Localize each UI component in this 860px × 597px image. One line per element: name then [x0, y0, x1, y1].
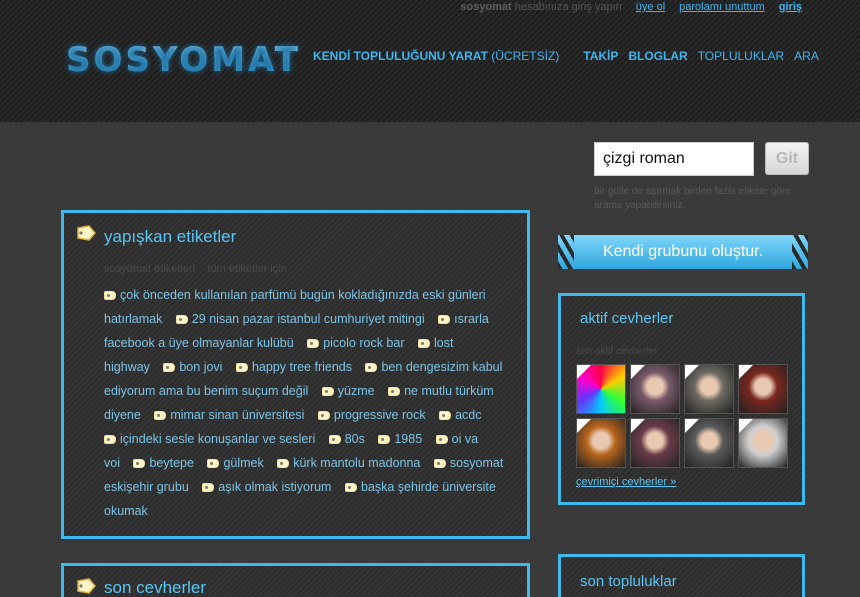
account-bar: sosyomat hesabınıza giriş yapın üye ol p…	[460, 0, 802, 14]
active-users-panel: aktif cevherler son aktif cevherler çevr…	[558, 293, 805, 505]
tag-label: 1985	[394, 432, 423, 446]
tag-icon	[417, 339, 430, 348]
tag-link[interactable]: içindeki sesle konuşanlar ve sesleri	[104, 432, 315, 446]
main-nav: KENDİ TOPLULUĞUNU YARAT (ÜCRETSİZ) TAKİP…	[313, 49, 819, 63]
tag-label: progressive rock	[333, 408, 426, 422]
avatar[interactable]	[684, 364, 734, 414]
tag-link[interactable]: picolo rock bar	[307, 336, 405, 350]
avatar[interactable]	[576, 364, 626, 414]
search-input[interactable]	[594, 142, 754, 176]
tag-icon	[104, 291, 116, 300]
tag-icon	[104, 435, 116, 444]
tag-label: gülmek	[223, 456, 264, 470]
tag-icon	[365, 363, 378, 372]
login-intro: sosyomat hesabınıza giriş yapın	[460, 1, 622, 13]
online-users-link[interactable]: çevrimiçi cevherler »	[576, 476, 676, 488]
tag-icon	[277, 459, 290, 468]
tag-icon	[77, 578, 96, 594]
tag-icon	[235, 363, 248, 372]
tag-icon	[175, 315, 188, 324]
login-link[interactable]: giriş	[779, 1, 802, 13]
tag-link[interactable]: acdc	[439, 408, 481, 422]
tag-icon	[433, 459, 446, 468]
tag-cloud: çok önceden kullanılan parfümü bugün kok…	[104, 283, 506, 523]
tag-label: içindeki sesle konuşanlar ve sesleri	[120, 432, 316, 446]
tag-label: yüzme	[337, 384, 375, 398]
forgot-password-link[interactable]: parolamı unuttum	[679, 1, 765, 13]
panel-title: aktif cevherler	[580, 310, 674, 327]
tag-icon	[163, 363, 176, 372]
tag-label: aşık olmak istiyorum	[218, 480, 332, 494]
tag-label: kürk mantolu madonna	[293, 456, 421, 470]
tag-icon	[388, 387, 401, 396]
avatar[interactable]	[576, 418, 626, 468]
tag-label: happy tree friends	[251, 360, 352, 374]
avatar[interactable]	[630, 364, 680, 414]
create-community-link[interactable]: KENDİ TOPLULUĞUNU YARAT (ÜCRETSİZ)	[313, 49, 559, 63]
tag-icon	[378, 435, 391, 444]
tag-link[interactable]: progressive rock	[317, 408, 426, 422]
tag-icon	[202, 483, 215, 492]
tag-link[interactable]: kürk mantolu madonna	[277, 456, 420, 470]
tag-label: mimar sinan üniversitesi	[170, 408, 305, 422]
create-group-button[interactable]: Kendi grubunu oluştur.	[558, 235, 808, 269]
search-button[interactable]: Git	[765, 142, 809, 175]
avatar-grid	[576, 364, 788, 468]
site-logo[interactable]: SOSYOMAT	[66, 40, 301, 80]
tag-icon	[438, 315, 451, 324]
tag-icon	[321, 387, 334, 396]
tag-icon	[154, 411, 167, 420]
tag-label: acdc	[455, 408, 482, 422]
tag-label: bon jovi	[179, 360, 223, 374]
tag-icon	[317, 411, 330, 420]
avatar[interactable]	[738, 418, 788, 468]
tag-icon	[435, 435, 448, 444]
tag-icon	[307, 339, 320, 348]
panel-title: yapışkan etiketler	[104, 227, 237, 246]
tag-label: picolo rock bar	[323, 336, 405, 350]
nav-search[interactable]: ARA	[794, 49, 819, 63]
nav-blogs[interactable]: BLOGLAR	[628, 49, 687, 63]
signup-link[interactable]: üye ol	[636, 1, 665, 13]
communities-panel: son topluluklar	[558, 554, 805, 597]
tag-link[interactable]: 29 nisan pazar istanbul cumhuriyet mitin…	[175, 312, 425, 326]
tag-label: 80s	[344, 432, 365, 446]
nav-communities[interactable]: TOPLULUKLAR	[698, 49, 784, 63]
tag-icon	[344, 483, 357, 492]
tag-link[interactable]: 1985	[378, 432, 422, 446]
site-header: sosyomat hesabınıza giriş yapın üye ol p…	[0, 0, 860, 122]
tag-link[interactable]: 80s	[328, 432, 365, 446]
panel-subtitle: sosyomat etiketleri tüm etiketler için	[104, 263, 287, 275]
tag-icon	[439, 411, 452, 420]
tag-link[interactable]: gülmek	[207, 456, 264, 470]
avatar[interactable]	[630, 418, 680, 468]
tag-label: 29 nisan pazar istanbul cumhuriyet mitin…	[191, 312, 425, 326]
tag-link[interactable]: happy tree friends	[235, 360, 352, 374]
tag-link[interactable]: aşık olmak istiyorum	[202, 480, 331, 494]
sticky-tags-panel: yapışkan etiketler sosyomat etiketleri t…	[61, 210, 530, 539]
tag-link[interactable]: beytepe	[133, 456, 194, 470]
panel-title: son cevherler	[104, 578, 207, 597]
tag-label: beytepe	[149, 456, 194, 470]
nav-follow[interactable]: TAKİP	[583, 49, 618, 63]
search-hint: bir gülle de aşırmak birden fazla etiket…	[594, 186, 791, 211]
latest-panel: son cevherler	[61, 563, 530, 597]
avatar[interactable]	[738, 364, 788, 414]
tag-icon	[77, 225, 96, 241]
panel-subtitle: son aktif cevherler	[576, 346, 658, 357]
avatar[interactable]	[684, 418, 734, 468]
tag-icon	[328, 435, 341, 444]
tag-link[interactable]: yüzme	[321, 384, 375, 398]
tag-icon	[133, 459, 146, 468]
tag-link[interactable]: mimar sinan üniversitesi	[154, 408, 304, 422]
tag-link[interactable]: bon jovi	[163, 360, 222, 374]
panel-title: son topluluklar	[580, 573, 677, 590]
tag-icon	[207, 459, 220, 468]
